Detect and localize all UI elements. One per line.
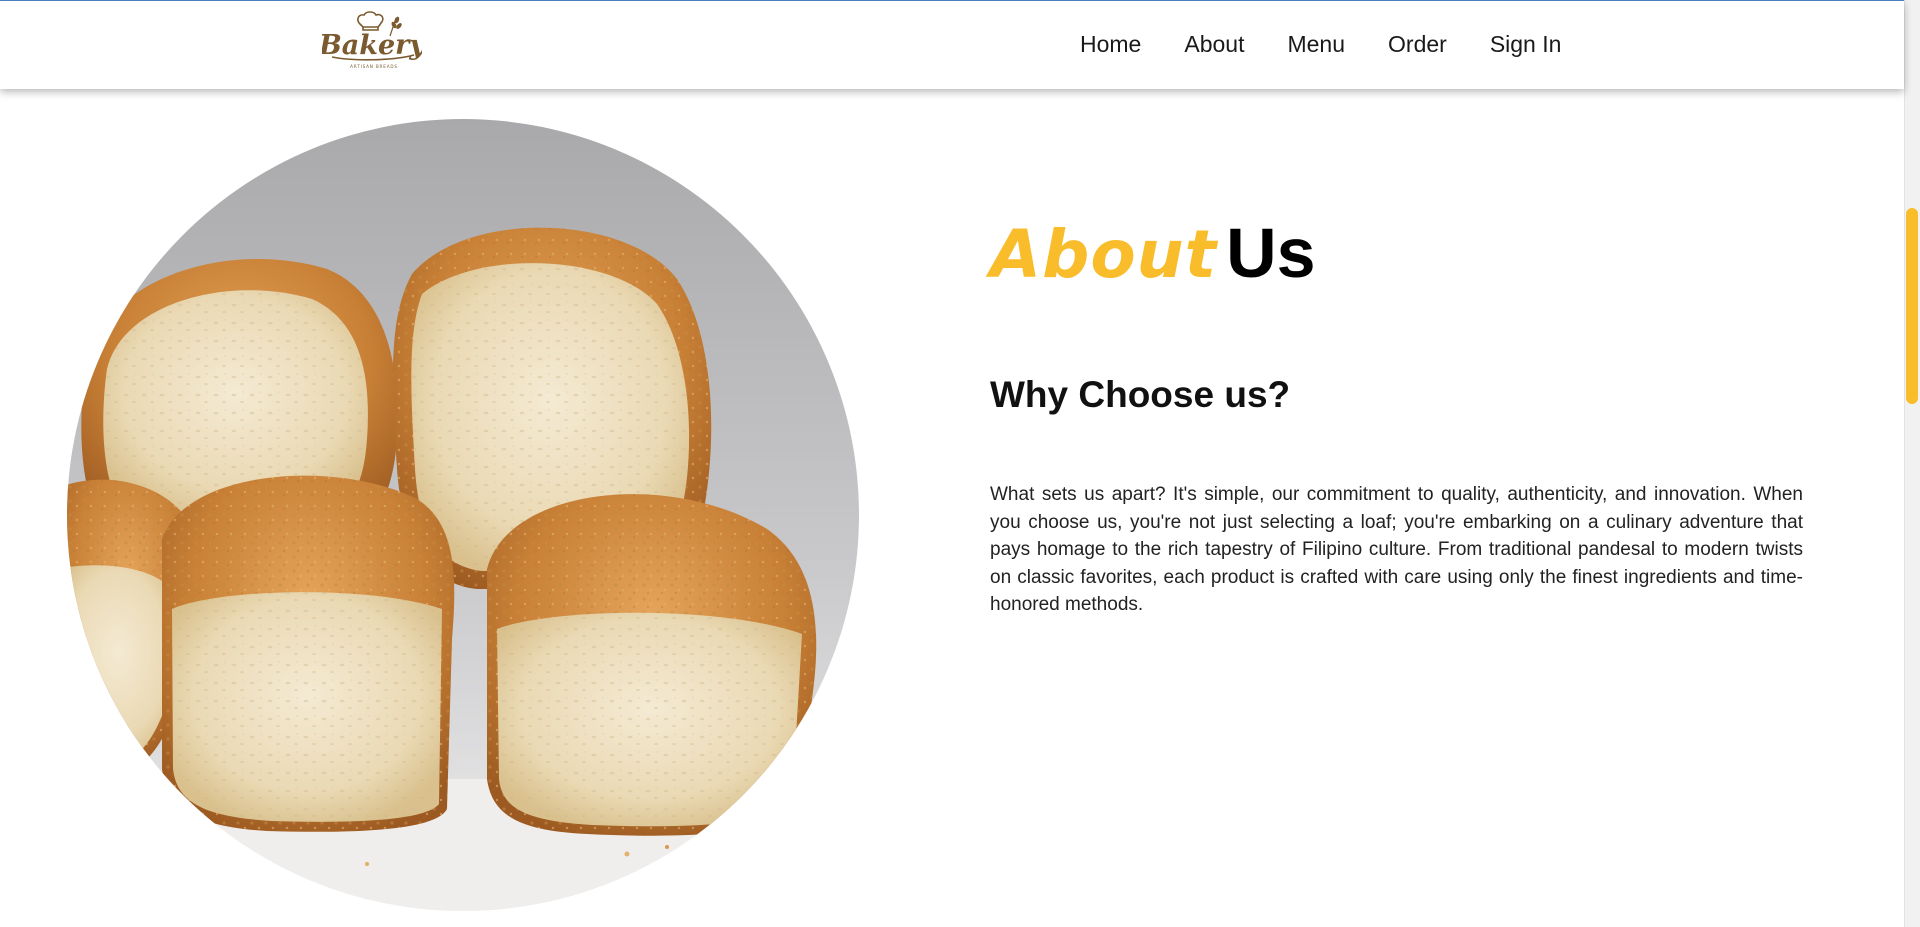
about-title-rest: Us — [1226, 214, 1316, 292]
why-choose-us-heading: Why Choose us? — [990, 374, 1291, 415]
pandesal-bread-image — [67, 119, 859, 911]
nav-sign-in[interactable]: Sign In — [1490, 31, 1562, 58]
nav-home[interactable]: Home — [1080, 31, 1141, 58]
about-title-accent: About — [990, 216, 1218, 293]
nav-menu[interactable]: Menu — [1287, 31, 1345, 58]
logo-tagline: ARTISAN BREADS — [350, 64, 398, 69]
bread-illustration — [67, 119, 859, 911]
main-nav: Home About Menu Order Sign In — [1080, 1, 1561, 87]
window-top-border — [0, 0, 1904, 1]
nav-order[interactable]: Order — [1388, 31, 1447, 58]
nav-about[interactable]: About — [1184, 31, 1244, 58]
page-scrollbar[interactable] — [1904, 0, 1920, 927]
bakery-logo[interactable]: Bakery ARTISAN BREADS — [322, 10, 422, 76]
bakery-logo-icon: Bakery ARTISAN BREADS — [322, 11, 422, 69]
about-description: What sets us apart? It's simple, our com… — [990, 484, 1803, 615]
navbar: Bakery ARTISAN BREADS Home About Menu Or… — [0, 1, 1904, 89]
scrollbar-thumb[interactable] — [1906, 208, 1918, 404]
about-us-title: About Us — [990, 218, 1316, 288]
